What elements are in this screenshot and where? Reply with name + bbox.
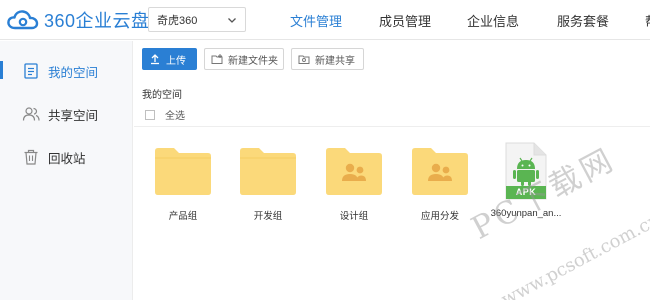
top-bar: 360企业云盘 奇虎360 文件管理 成员管理 企业信息 服务套餐 帮 <box>0 0 650 40</box>
nav-file-management[interactable]: 文件管理 <box>290 0 342 40</box>
document-icon <box>24 63 38 79</box>
file-item-name: 设计组 <box>339 211 369 222</box>
new-folder-button[interactable]: 新建文件夹 <box>204 48 284 70</box>
select-all[interactable]: 全选 <box>145 107 185 122</box>
app-logo[interactable]: 360企业云盘 <box>6 8 150 32</box>
file-item-folder[interactable]: 产品组 <box>143 145 223 225</box>
chevron-down-icon <box>228 18 236 23</box>
folder-icon <box>155 148 211 195</box>
cloud-logo-icon <box>7 10 39 30</box>
nav-help[interactable]: 帮 <box>645 0 650 40</box>
divider <box>134 126 650 127</box>
sidebar-item-recycle-bin[interactable]: 回收站 <box>0 141 133 171</box>
new-share-button-label: 新建共享 <box>315 55 355 67</box>
organization-select[interactable]: 奇虎360 <box>148 7 246 32</box>
sidebar-item-shared-space[interactable]: 共享空间 <box>0 98 133 128</box>
sidebar-item-label: 回收站 <box>48 152 86 166</box>
sidebar-item-label: 我的空间 <box>48 66 99 80</box>
file-item-folder[interactable]: 开发组 <box>228 145 308 225</box>
sidebar: 我的空间 共享空间 回收站 <box>0 41 133 300</box>
nav-enterprise-info[interactable]: 企业信息 <box>467 0 519 40</box>
shared-folder-icon <box>326 148 382 195</box>
trash-icon <box>24 149 38 165</box>
select-all-label: 全选 <box>165 111 185 122</box>
breadcrumb[interactable]: 我的空间 <box>142 86 182 101</box>
file-item-name: 产品组 <box>168 211 198 222</box>
nav-member-management[interactable]: 成员管理 <box>379 0 431 40</box>
upload-icon <box>151 54 159 65</box>
folder-icon <box>240 148 296 195</box>
sidebar-item-my-space[interactable]: 我的空间 <box>0 55 133 85</box>
new-folder-button-label: 新建文件夹 <box>228 55 278 67</box>
file-item-shared-folder[interactable]: 设计组 <box>314 145 394 225</box>
share-folder-icon <box>298 55 310 64</box>
organization-select-value: 奇虎360 <box>157 14 198 27</box>
sidebar-item-label: 共享空间 <box>48 109 99 123</box>
upload-button[interactable]: 上传 <box>142 48 197 70</box>
select-all-checkbox[interactable] <box>145 109 155 120</box>
new-share-button[interactable]: 新建共享 <box>291 48 364 70</box>
logo-text: 360企业云盘 <box>44 11 150 31</box>
file-item-name: 开发组 <box>253 211 283 222</box>
new-folder-icon <box>211 54 223 64</box>
nav-service-plans[interactable]: 服务套餐 <box>557 0 609 40</box>
users-icon <box>22 107 40 121</box>
shared-folder-icon <box>412 148 468 195</box>
upload-button-label: 上传 <box>166 55 186 67</box>
